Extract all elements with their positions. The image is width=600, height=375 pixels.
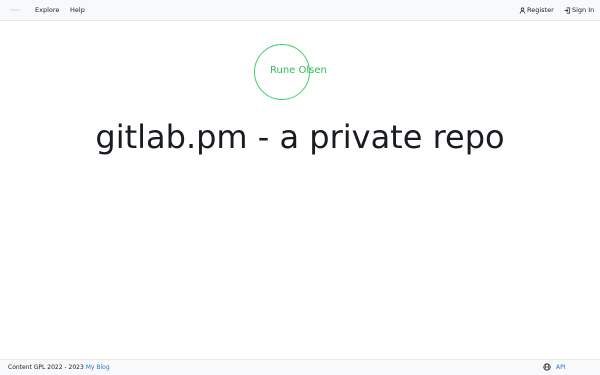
logo-icon[interactable] [10, 9, 20, 11]
nav-help-link[interactable]: Help [70, 6, 85, 15]
sign-in-link[interactable]: Sign In [564, 6, 594, 15]
blog-link[interactable]: My Blog [86, 364, 110, 371]
person-icon [519, 7, 526, 14]
logo-text: Rune Olsen [209, 64, 359, 77]
footer: Content GPL 2022 - 2023 My Blog API [0, 359, 600, 375]
globe-icon[interactable] [543, 363, 551, 371]
nav-explore-link[interactable]: Explore [35, 6, 59, 15]
footer-copyright: Content GPL 2022 - 2023 My Blog [8, 363, 110, 372]
api-link[interactable]: API [556, 363, 566, 372]
navbar: Explore Help Register Sign In [0, 0, 600, 21]
sign-in-label: Sign In [572, 6, 595, 14]
register-label: Register [527, 6, 554, 14]
register-link[interactable]: Register [519, 6, 554, 15]
sign-in-icon [564, 7, 571, 14]
page-title: gitlab.pm - a private repo [95, 118, 505, 156]
logo-text-label: Rune Olsen [270, 65, 327, 76]
page: Explore Help Register Sign In Rune Olsen… [0, 0, 600, 375]
copyright-text: Content GPL 2022 - 2023 [8, 364, 84, 371]
